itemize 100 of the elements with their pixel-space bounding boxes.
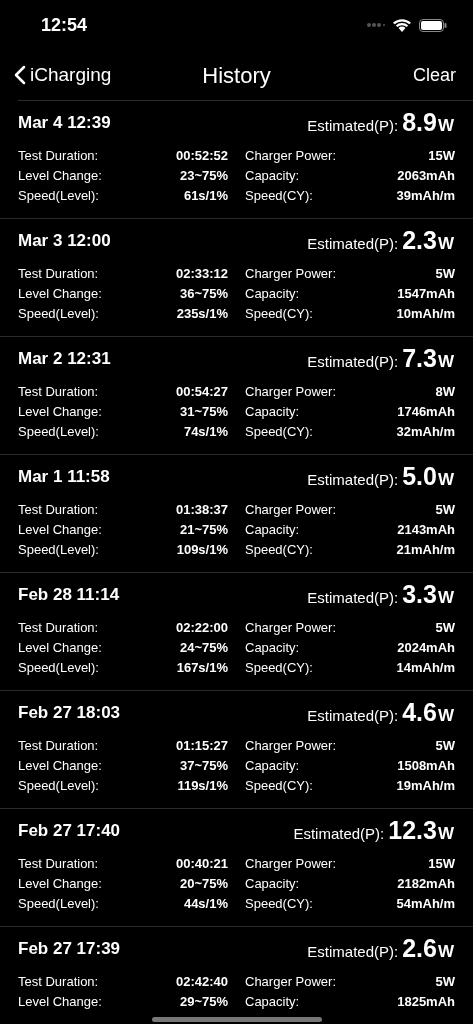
field-value: 21mAh/m bbox=[396, 541, 455, 560]
field-label: Speed(Level): bbox=[18, 541, 99, 560]
field-value: 8W bbox=[435, 383, 455, 402]
field-value: 5W bbox=[435, 501, 455, 520]
estimated-unit: W bbox=[437, 705, 454, 728]
field-label: Capacity: bbox=[245, 993, 300, 1012]
field-value: 19mAh/m bbox=[396, 777, 455, 796]
field-value: 74s/1% bbox=[183, 423, 228, 442]
field-label: Test Duration: bbox=[18, 855, 99, 874]
estimated-unit: W bbox=[437, 469, 454, 492]
field-value: 24~75% bbox=[179, 639, 228, 658]
field-value: 5W bbox=[435, 737, 455, 756]
field-label: Charger Power: bbox=[245, 855, 337, 874]
clear-button[interactable]: Clear bbox=[413, 61, 459, 89]
field-value: 00:52:52 bbox=[175, 147, 228, 166]
field-label: Level Change: bbox=[18, 521, 102, 540]
field-label: Level Change: bbox=[18, 639, 102, 658]
estimated-unit: W bbox=[437, 115, 454, 138]
signal-icon bbox=[367, 22, 385, 28]
estimated-label: Estimated(P): bbox=[293, 824, 385, 845]
field-value: 119s/1% bbox=[177, 777, 228, 796]
field-label: Level Change: bbox=[18, 167, 102, 186]
record-date: Feb 28 11:14 bbox=[18, 584, 120, 607]
field-label: Speed(CY): bbox=[245, 659, 313, 678]
field-label: Capacity: bbox=[245, 875, 300, 894]
estimated-label: Estimated(P): bbox=[307, 234, 399, 255]
estimated-unit: W bbox=[437, 233, 454, 256]
field-value: 01:38:37 bbox=[175, 501, 228, 520]
field-value: 2024mAh bbox=[397, 639, 455, 658]
field-value: 32mAh/m bbox=[396, 423, 455, 442]
field-value: 15W bbox=[428, 147, 455, 166]
status-time: 12:54 bbox=[41, 13, 88, 37]
field-value: 29~75% bbox=[179, 993, 228, 1012]
field-label: Level Change: bbox=[18, 875, 102, 894]
field-label: Speed(Level): bbox=[18, 659, 99, 678]
field-label: Test Duration: bbox=[18, 383, 99, 402]
estimated-label: Estimated(P): bbox=[307, 470, 399, 491]
field-label: Charger Power: bbox=[245, 501, 337, 520]
estimated-unit: W bbox=[437, 351, 454, 374]
field-value: 37~75% bbox=[179, 757, 228, 776]
field-value: 15W bbox=[428, 855, 455, 874]
field-label: Level Change: bbox=[18, 403, 102, 422]
field-label: Test Duration: bbox=[18, 619, 99, 638]
field-value: 31~75% bbox=[179, 403, 228, 422]
estimated-unit: W bbox=[437, 941, 454, 964]
field-label: Capacity: bbox=[245, 403, 300, 422]
field-value: 02:22:00 bbox=[175, 619, 228, 638]
field-value: 23~75% bbox=[179, 167, 228, 186]
estimated-value: 12.3 bbox=[388, 815, 437, 847]
field-label: Speed(CY): bbox=[245, 895, 313, 914]
record-date: Mar 2 12:31 bbox=[18, 348, 111, 371]
record-date: Feb 27 18:03 bbox=[18, 702, 121, 725]
field-value: 1746mAh bbox=[397, 403, 455, 422]
field-label: Test Duration: bbox=[18, 147, 99, 166]
field-value: 2143mAh bbox=[397, 521, 455, 540]
estimated-label: Estimated(P): bbox=[307, 706, 399, 727]
battery-icon bbox=[419, 18, 447, 32]
estimated-unit: W bbox=[437, 823, 454, 846]
field-value: 109s/1% bbox=[176, 541, 228, 560]
field-label: Speed(CY): bbox=[245, 541, 313, 560]
field-label: Capacity: bbox=[245, 285, 300, 304]
estimated-label: Estimated(P): bbox=[307, 588, 399, 609]
back-button[interactable]: iCharging bbox=[14, 60, 112, 90]
field-value: 54mAh/m bbox=[396, 895, 455, 914]
field-label: Capacity: bbox=[245, 639, 300, 658]
estimated-value: 2.6 bbox=[402, 933, 437, 965]
record-date: Mar 1 11:58 bbox=[18, 466, 110, 489]
field-value: 01:15:27 bbox=[175, 737, 228, 756]
field-label: Capacity: bbox=[245, 757, 300, 776]
field-value: 5W bbox=[435, 265, 455, 284]
field-value: 00:40:21 bbox=[175, 855, 228, 874]
estimated-value: 4.6 bbox=[402, 697, 437, 729]
field-label: Capacity: bbox=[245, 167, 300, 186]
field-label: Speed(CY): bbox=[245, 423, 313, 442]
field-value: 21~75% bbox=[179, 521, 228, 540]
field-label: Test Duration: bbox=[18, 973, 99, 992]
field-value: 1508mAh bbox=[397, 757, 455, 776]
field-label: Capacity: bbox=[245, 521, 300, 540]
page-title: History bbox=[202, 61, 271, 90]
field-label: Level Change: bbox=[18, 285, 102, 304]
estimated-value: 8.9 bbox=[402, 107, 437, 139]
field-value: 02:33:12 bbox=[175, 265, 228, 284]
field-value: 5W bbox=[435, 973, 455, 992]
field-value: 44s/1% bbox=[183, 895, 228, 914]
estimated-value: 5.0 bbox=[402, 461, 437, 493]
field-label: Speed(CY): bbox=[245, 777, 313, 796]
field-label: Test Duration: bbox=[18, 737, 99, 756]
field-value: 00:54:27 bbox=[175, 383, 228, 402]
field-label: Charger Power: bbox=[245, 973, 337, 992]
field-value: 235s/1% bbox=[176, 305, 228, 324]
estimated-label: Estimated(P): bbox=[307, 942, 399, 963]
field-label: Speed(CY): bbox=[245, 305, 313, 324]
field-label: Charger Power: bbox=[245, 619, 337, 638]
record-date: Feb 27 17:40 bbox=[18, 820, 121, 843]
estimated-value: 3.3 bbox=[402, 579, 437, 611]
field-value: 1547mAh bbox=[397, 285, 455, 304]
field-label: Speed(Level): bbox=[18, 895, 99, 914]
field-label: Charger Power: bbox=[245, 147, 337, 166]
estimated-value: 7.3 bbox=[402, 343, 437, 375]
record-date: Mar 4 12:39 bbox=[18, 112, 111, 135]
